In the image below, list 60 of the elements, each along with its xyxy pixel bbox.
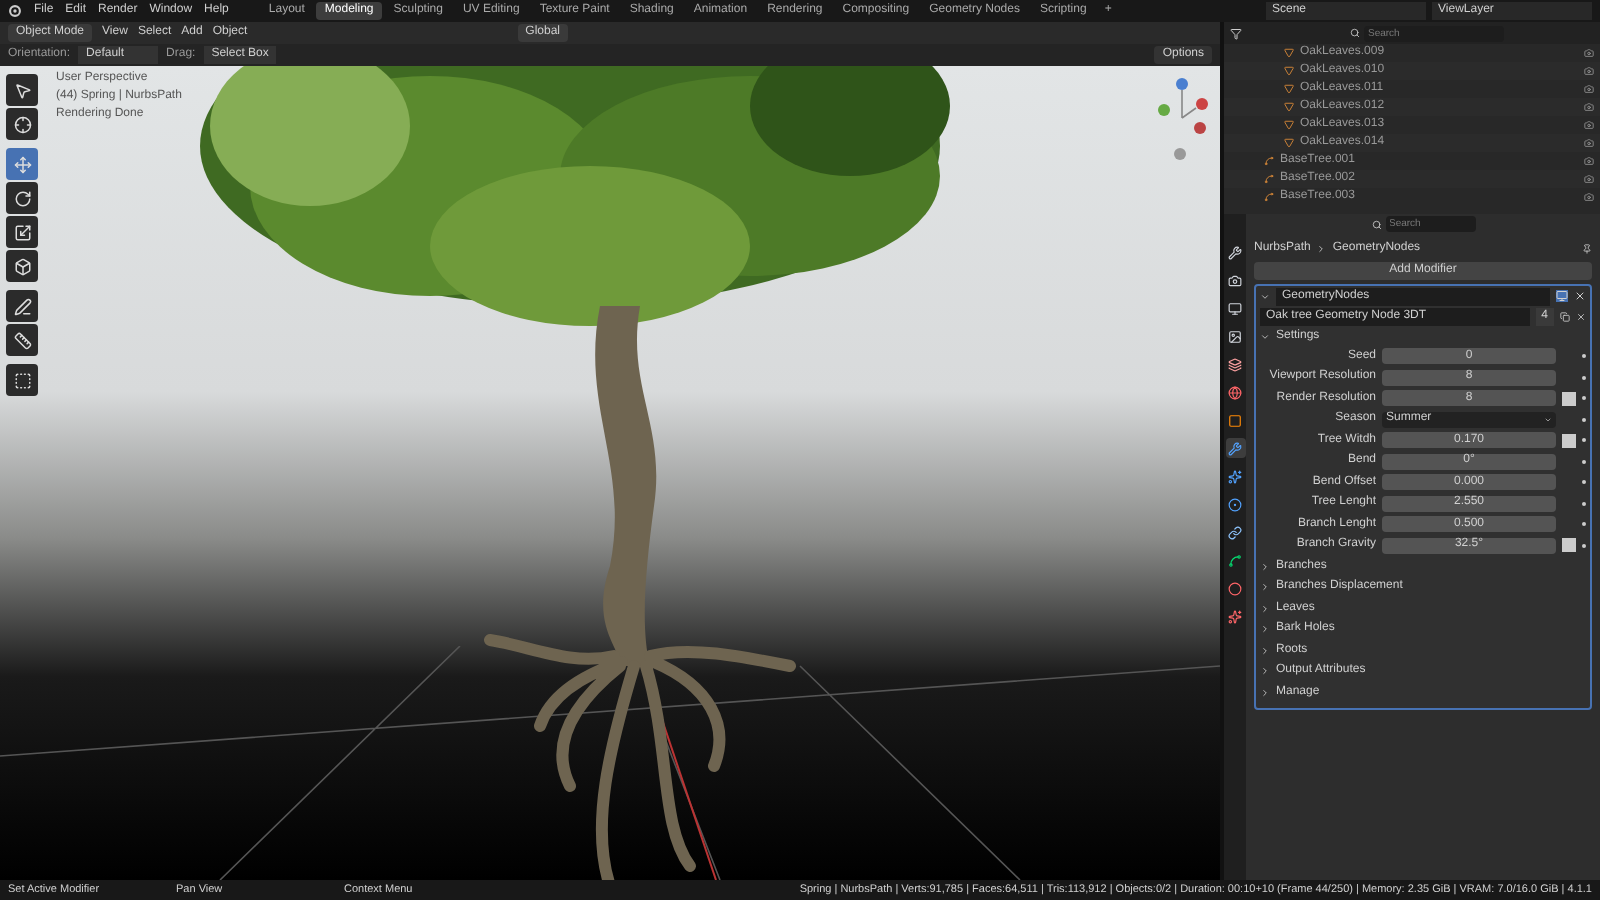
rotate-icon [13,189,31,207]
expand-icon[interactable] [1260,291,1270,301]
curve-tab[interactable] [1225,550,1245,570]
expand-icon[interactable] [1260,645,1270,656]
image-tab[interactable] [1225,326,1245,346]
expand-icon[interactable] [1260,624,1270,635]
sparkles-tab[interactable] [1225,466,1245,486]
select-tool-button[interactable] [6,74,38,106]
curve-icon [1264,156,1274,166]
sphere-tab[interactable] [1225,578,1245,598]
search-icon [1350,28,1360,38]
viewport-toggle-icon[interactable] [1556,290,1568,302]
camera-icon[interactable] [1584,156,1594,166]
pencil-tool-button[interactable] [6,290,38,322]
pin-icon[interactable] [1582,243,1592,253]
wrench-tab[interactable] [1225,438,1245,458]
move-icon [13,155,31,173]
expand-icon[interactable] [1260,687,1270,698]
select-icon [13,81,31,99]
close-icon[interactable] [1574,290,1586,302]
camera-icon[interactable] [1584,120,1594,130]
app-logo-icon[interactable] [8,4,22,18]
ruler-icon [13,331,31,349]
circle-tab[interactable] [1225,494,1245,514]
layers-tab[interactable] [1225,354,1245,374]
camera-icon[interactable] [1584,66,1594,76]
curve-icon [1264,192,1274,202]
attribute-toggle-icon[interactable] [1562,538,1576,553]
camera-icon[interactable] [1584,192,1594,202]
cursor-tool-button[interactable] [6,108,38,140]
tool-tab[interactable] [1225,242,1245,262]
scale-icon [13,223,31,241]
ruler-tool-button[interactable] [6,324,38,356]
duplicate-icon[interactable] [1560,311,1570,321]
filter-icon[interactable] [1230,27,1242,39]
attribute-toggle-icon[interactable] [1562,433,1576,448]
camera-icon[interactable] [1584,138,1594,148]
pencil-icon [13,297,31,315]
search-icon [1371,219,1381,229]
square-tab[interactable] [1225,410,1245,430]
camera-icon[interactable] [1584,48,1594,58]
expand-icon[interactable] [1260,603,1270,614]
curve-icon [1264,174,1274,184]
expand-icon[interactable] [1260,582,1270,593]
camera-icon[interactable] [1584,174,1594,184]
link-tab[interactable] [1225,522,1245,542]
camera-icon[interactable] [1584,84,1594,94]
chevron-icon [1316,243,1327,253]
expand-icon[interactable] [1260,561,1270,572]
camera-tab[interactable] [1225,270,1245,290]
camera-icon[interactable] [1584,102,1594,112]
attribute-toggle-icon[interactable] [1562,391,1576,406]
expand-icon[interactable] [1260,331,1270,341]
cursor-icon [13,115,31,133]
globe-tab[interactable] [1225,382,1245,402]
texture-tab[interactable] [1225,606,1245,626]
navigation-gizmo-icon[interactable] [1152,74,1212,164]
expand-icon[interactable] [1260,666,1270,677]
rotate-tool-button[interactable] [6,182,38,214]
scale-tool-button[interactable] [6,216,38,248]
